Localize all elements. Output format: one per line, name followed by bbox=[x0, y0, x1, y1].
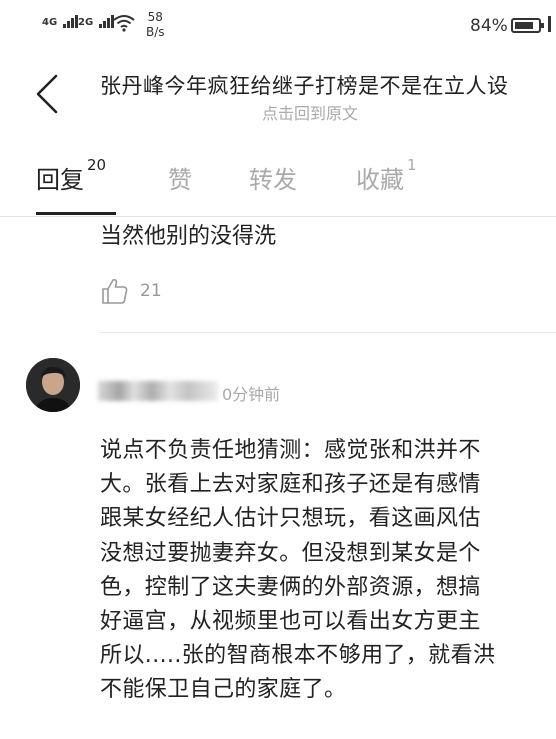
thumbs-up-icon[interactable] bbox=[100, 276, 130, 306]
battery-fill bbox=[515, 22, 534, 29]
tab-replies-label: 回复 bbox=[36, 166, 84, 194]
signal-4g-icon: 4G bbox=[42, 15, 79, 28]
wifi-icon bbox=[113, 15, 135, 32]
battery-percent: 84% bbox=[470, 16, 508, 36]
comment-line: 大。张看上去对家庭和孩子还是有感情 bbox=[100, 472, 481, 498]
comment-line: 说点不负责任地猜测：感觉张和洪并不 bbox=[100, 438, 481, 463]
comment-line: 跟某女经纪人估计只想玩，看这画风估 bbox=[100, 506, 481, 532]
tab-bar: 回复20 赞 转发 收藏1 bbox=[0, 150, 556, 217]
comment-line: 所以.....张的智商根本不够用了，就看洪 bbox=[100, 643, 496, 669]
comment-line: 好逼宫，从视频里也可以看出女方更主 bbox=[100, 609, 481, 635]
status-edge-icon bbox=[548, 16, 551, 32]
tab-reposts-label: 转发 bbox=[249, 166, 297, 194]
comment-body: 说点不负责任地猜测：感觉张和洪并不 大。张看上去对家庭和孩子还是有感情 跟某女经… bbox=[100, 434, 556, 708]
battery-icon bbox=[511, 18, 544, 33]
tab-replies[interactable]: 回复20 bbox=[36, 156, 106, 195]
signal-2g-icon: 2G bbox=[78, 15, 115, 28]
header: 张丹峰今年疯狂给继子打榜是不是在立人设 点击回到原文 bbox=[0, 42, 556, 134]
back-to-original-link[interactable]: 点击回到原文 bbox=[262, 100, 358, 124]
tab-favorites-count: 1 bbox=[407, 156, 417, 174]
network-speed: 58 B/s bbox=[146, 10, 165, 40]
reply-divider bbox=[100, 332, 556, 333]
back-arrow-icon[interactable] bbox=[30, 72, 66, 116]
username-blurred[interactable] bbox=[98, 381, 218, 401]
page-title[interactable]: 张丹峰今年疯狂给继子打榜是不是在立人设 bbox=[100, 70, 509, 100]
network-speed-unit: B/s bbox=[146, 25, 165, 39]
tab-favorites[interactable]: 收藏1 bbox=[356, 156, 417, 195]
previous-reply-text: 当然他别的没得洗 bbox=[100, 224, 277, 249]
comment-line: 没想过要抛妻弃女。但没想到某女是个 bbox=[100, 540, 481, 566]
active-tab-indicator bbox=[36, 212, 116, 215]
tab-likes-label: 赞 bbox=[168, 166, 192, 194]
signal-4g-label: 4G bbox=[42, 17, 58, 28]
network-speed-value: 58 bbox=[147, 10, 163, 24]
status-bar: 4G 2G 58 B/s 84% bbox=[0, 0, 556, 42]
tab-favorites-label: 收藏 bbox=[356, 166, 404, 194]
tab-likes[interactable]: 赞 bbox=[168, 160, 192, 195]
avatar-image bbox=[26, 358, 80, 412]
like-count: 21 bbox=[140, 281, 162, 301]
comment-line: 不能保卫自己的家庭了。 bbox=[100, 677, 347, 703]
avatar[interactable] bbox=[26, 358, 80, 412]
tab-replies-count: 20 bbox=[87, 156, 107, 174]
comment-line: 色，控制了这夫妻俩的外部资源，想搞 bbox=[100, 574, 481, 600]
battery-tip bbox=[541, 23, 544, 28]
signal-2g-label: 2G bbox=[78, 17, 94, 28]
tab-reposts[interactable]: 转发 bbox=[249, 160, 297, 195]
comment-time: 0分钟前 bbox=[222, 385, 281, 404]
